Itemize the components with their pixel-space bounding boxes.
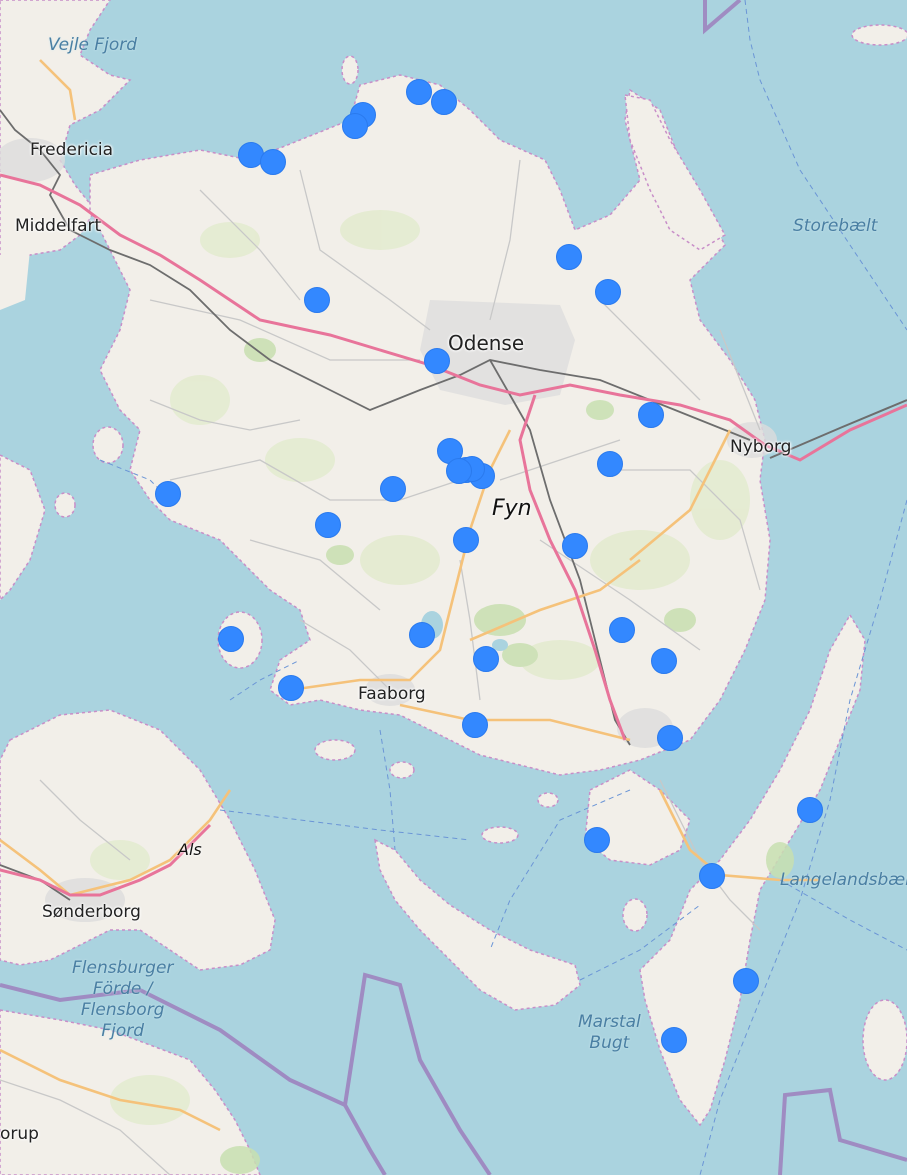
map-marker[interactable] [431,89,457,115]
map-marker[interactable] [380,476,406,502]
map-marker[interactable] [473,646,499,672]
map-marker[interactable] [342,113,368,139]
map-marker[interactable] [556,244,582,270]
map-marker[interactable] [562,533,588,559]
map-marker[interactable] [218,626,244,652]
land-islet-1 [314,739,356,761]
map-marker[interactable] [661,1027,687,1053]
map-marker[interactable] [597,451,623,477]
map-marker[interactable] [424,348,450,374]
map-marker[interactable] [453,527,479,553]
map-marker[interactable] [651,648,677,674]
map-marker[interactable] [155,481,181,507]
map-marker[interactable] [584,827,610,853]
map-marker[interactable] [462,712,488,738]
map-marker[interactable] [699,863,725,889]
land-islet-3 [92,426,124,464]
map-marker[interactable] [406,79,432,105]
land-islet-9 [851,24,907,46]
map-marker[interactable] [260,149,286,175]
map-marker[interactable] [304,287,330,313]
land-islet-10 [862,999,907,1081]
map-marker[interactable] [797,797,823,823]
land-islet-6 [537,792,559,808]
map-marker[interactable] [409,622,435,648]
map-canvas[interactable] [0,0,907,1175]
land-islet-4 [54,492,76,518]
land-islet-7 [481,826,519,844]
land-islet-8 [622,898,648,932]
map-marker[interactable] [278,675,304,701]
land-islet-5 [341,55,359,85]
map-marker[interactable] [733,968,759,994]
map-marker[interactable] [315,512,341,538]
map-marker[interactable] [638,402,664,428]
map-marker[interactable] [595,279,621,305]
map-marker[interactable] [609,617,635,643]
map-marker[interactable] [446,458,472,484]
land-islet-2 [389,761,415,779]
map-marker[interactable] [657,725,683,751]
